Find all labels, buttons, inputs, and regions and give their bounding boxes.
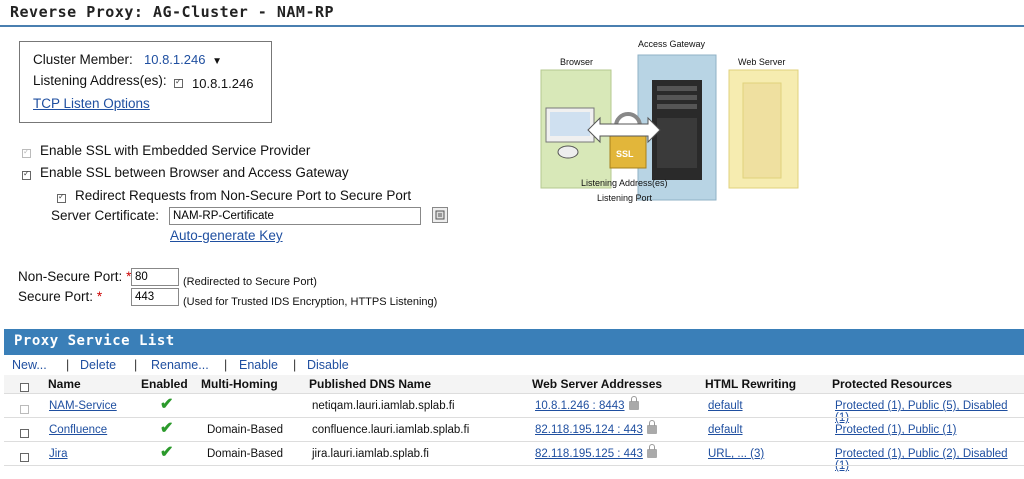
row-web-server-link[interactable]: 10.8.1.246 : 8443 xyxy=(535,396,639,412)
certificate-browse-icon[interactable] xyxy=(432,207,448,223)
row-web-server-link[interactable]: 82.118.195.125 : 443 xyxy=(535,444,657,460)
tcp-listen-options-link[interactable]: TCP Listen Options xyxy=(33,96,150,111)
toolbar-separator: | xyxy=(66,358,70,372)
toolbar-separator: | xyxy=(134,358,138,372)
redirect-checkbox[interactable] xyxy=(57,190,66,205)
auto-generate-key-link[interactable]: Auto-generate Key xyxy=(170,228,283,243)
browser-ag-ssl-checkbox[interactable] xyxy=(22,167,31,182)
proxy-service-list-title: Proxy Service List xyxy=(14,333,175,349)
row-protected-resources-link[interactable]: Protected (1), Public (1) xyxy=(835,424,956,436)
row-multi-homing: Domain-Based xyxy=(207,448,284,460)
row-checkbox[interactable] xyxy=(20,425,29,440)
diagram-ssl-label: SSL xyxy=(616,149,634,159)
column-web-server-addresses: Web Server Addresses xyxy=(532,377,663,391)
enabled-check-icon: ✔ xyxy=(160,396,174,413)
enable-button[interactable]: Enable xyxy=(239,358,278,372)
toolbar-separator: | xyxy=(224,358,228,372)
row-dns-name: jira.lauri.iamlab.splab.fi xyxy=(312,448,429,460)
listening-address-label: Listening Address(es): xyxy=(33,73,167,88)
row-dns-name: confluence.lauri.iamlab.splab.fi xyxy=(312,424,470,436)
column-enabled: Enabled xyxy=(141,377,188,391)
server-certificate-label: Server Certificate: xyxy=(51,208,160,223)
cluster-member-select[interactable]: 10.8.1.246 ▼ xyxy=(144,52,222,67)
embedded-sp-label: Enable SSL with Embedded Service Provide… xyxy=(40,143,311,158)
row-html-rewriting-link[interactable]: default xyxy=(708,400,743,412)
row-web-server-link[interactable]: 82.118.195.124 : 443 xyxy=(535,420,657,436)
diagram-browser-label: Browser xyxy=(560,57,594,67)
non-secure-port-label: Non-Secure Port: * xyxy=(18,269,132,284)
page-title: Reverse Proxy: AG-Cluster - NAM-RP xyxy=(10,3,335,21)
row-divider xyxy=(4,393,1024,394)
row-divider xyxy=(4,465,1024,466)
new-button[interactable]: New... xyxy=(12,358,47,372)
enabled-check-icon: ✔ xyxy=(160,420,174,437)
row-name-link[interactable]: Jira xyxy=(49,448,68,460)
row-checkbox[interactable] xyxy=(20,449,29,464)
listening-address-value: 10.8.1.246 xyxy=(192,76,254,91)
row-checkbox xyxy=(20,401,29,416)
enabled-check-icon: ✔ xyxy=(160,444,174,461)
column-html-rewriting: HTML Rewriting xyxy=(705,377,797,391)
lock-icon xyxy=(628,396,639,411)
row-protected-resources-link[interactable]: Protected (1), Public (5), Disabled (1) xyxy=(835,400,1024,424)
cluster-member-label: Cluster Member: xyxy=(33,52,133,67)
row-divider xyxy=(4,417,1024,418)
column-multi-homing: Multi-Homing xyxy=(201,377,278,391)
non-secure-port-note: (Redirected to Secure Port) xyxy=(183,276,317,288)
column-published-dns: Published DNS Name xyxy=(309,377,432,391)
browser-ag-ssl-label: Enable SSL between Browser and Access Ga… xyxy=(40,165,349,180)
diagram-access-gateway-label: Access Gateway xyxy=(638,39,706,49)
row-divider xyxy=(4,441,1024,442)
row-protected-resources-link[interactable]: Protected (1), Public (2), Disabled (1) xyxy=(835,448,1024,472)
column-name: Name xyxy=(48,377,81,391)
listening-address-checkbox[interactable] xyxy=(174,75,183,90)
server-certificate-input[interactable] xyxy=(169,207,421,225)
row-name-link[interactable]: NAM-Service xyxy=(49,400,117,412)
proxy-topology-diagram: Access Gateway Browser Web Server SSL Li… xyxy=(538,38,803,208)
embedded-sp-checkbox xyxy=(22,145,31,160)
row-name-link[interactable]: Confluence xyxy=(49,424,107,436)
caret-down-icon: ▼ xyxy=(212,56,222,67)
title-divider xyxy=(0,25,1024,27)
lock-icon xyxy=(646,444,657,459)
row-dns-name: netiqam.lauri.iamlab.splab.fi xyxy=(312,400,455,412)
diagram-listening-address-label: Listening Address(es) xyxy=(581,178,668,188)
row-html-rewriting-link[interactable]: URL, ... (3) xyxy=(708,448,764,460)
non-secure-port-input[interactable] xyxy=(131,268,179,286)
row-multi-homing: Domain-Based xyxy=(207,424,284,436)
select-all-checkbox[interactable] xyxy=(20,379,29,394)
delete-button[interactable]: Delete xyxy=(80,358,116,372)
rename-button[interactable]: Rename... xyxy=(151,358,209,372)
secure-port-label: Secure Port: * xyxy=(18,289,103,304)
diagram-listening-port-label: Listening Port xyxy=(597,193,653,203)
disable-button[interactable]: Disable xyxy=(307,358,349,372)
redirect-label: Redirect Requests from Non-Secure Port t… xyxy=(75,188,412,203)
lock-icon xyxy=(646,420,657,435)
row-html-rewriting-link[interactable]: default xyxy=(708,424,743,436)
cluster-member-value: 10.8.1.246 xyxy=(144,52,206,67)
toolbar-separator: | xyxy=(293,358,297,372)
secure-port-input[interactable] xyxy=(131,288,179,306)
column-protected-resources: Protected Resources xyxy=(832,377,953,391)
secure-port-note: (Used for Trusted IDS Encryption, HTTPS … xyxy=(183,296,438,308)
diagram-web-server-label: Web Server xyxy=(738,57,786,67)
